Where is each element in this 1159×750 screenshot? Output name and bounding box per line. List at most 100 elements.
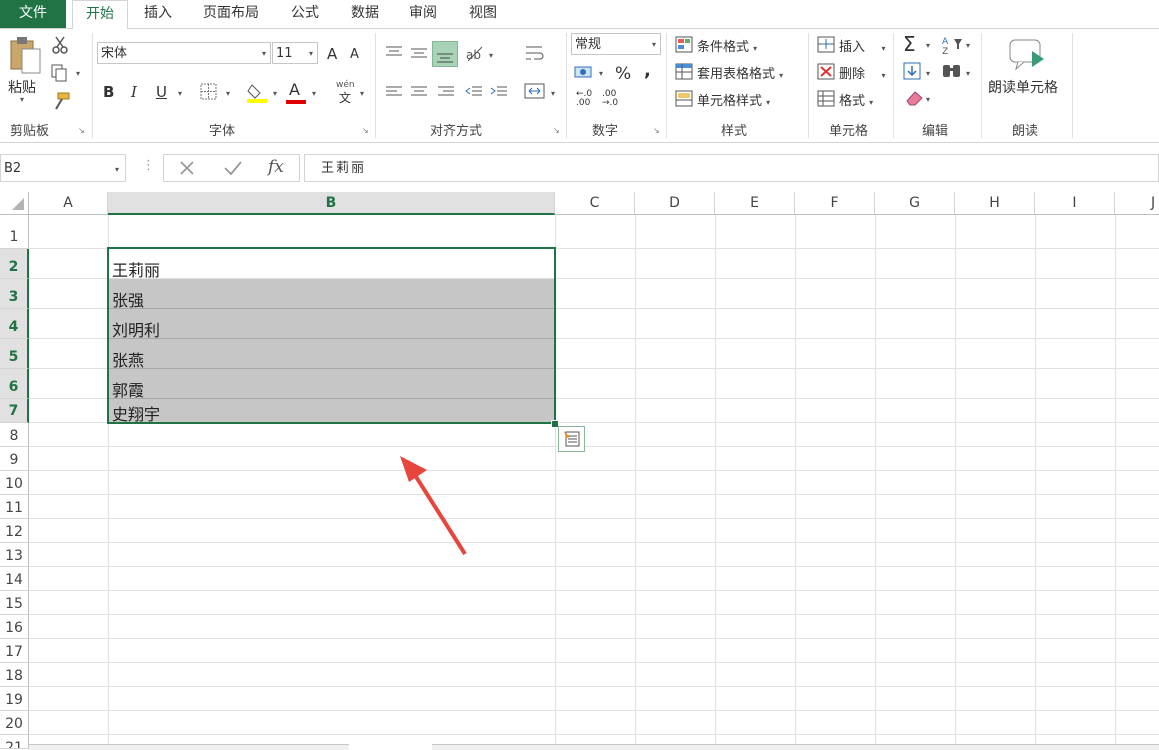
- select-all-corner[interactable]: [0, 192, 29, 215]
- row-header-1[interactable]: 1: [0, 215, 29, 249]
- tab-file[interactable]: 文件: [0, 0, 66, 28]
- column-header-b[interactable]: B: [108, 192, 555, 215]
- percent-button[interactable]: %: [615, 64, 631, 84]
- chevron-down-icon[interactable]: ▾: [599, 69, 603, 78]
- fill-color-icon[interactable]: [246, 81, 270, 103]
- chevron-down-icon[interactable]: ▾: [926, 95, 930, 104]
- font-size-select[interactable]: 11 ▾: [272, 42, 318, 64]
- paste-button[interactable]: 粘贴 ▾: [4, 35, 44, 104]
- column-header-a[interactable]: A: [29, 192, 108, 215]
- chevron-down-icon[interactable]: ▾: [178, 89, 182, 98]
- copy-icon[interactable]: [50, 63, 72, 83]
- chevron-down-icon[interactable]: ▾: [551, 89, 555, 98]
- tab-insert[interactable]: 插入: [134, 0, 182, 28]
- delete-cells-icon[interactable]: [817, 63, 837, 81]
- format-as-table-icon[interactable]: [675, 63, 695, 81]
- bold-button[interactable]: B: [103, 83, 114, 101]
- chevron-down-icon[interactable]: ▾: [76, 69, 80, 78]
- column-header-h[interactable]: H: [955, 192, 1035, 215]
- decrease-decimal-button[interactable]: .00 →.0: [602, 90, 618, 108]
- row-header-18[interactable]: 18: [0, 663, 29, 687]
- row-header-15[interactable]: 15: [0, 591, 29, 615]
- format-painter-icon[interactable]: [50, 91, 72, 111]
- row-header-20[interactable]: 20: [0, 711, 29, 735]
- enter-check-icon[interactable]: [222, 158, 244, 178]
- cell-styles-icon[interactable]: [675, 90, 695, 108]
- column-header-e[interactable]: E: [715, 192, 795, 215]
- tab-review[interactable]: 审阅: [400, 0, 446, 28]
- chevron-down-icon[interactable]: ▾: [966, 69, 970, 78]
- align-bottom-button[interactable]: [432, 41, 458, 67]
- sort-filter-icon[interactable]: AZ: [941, 35, 965, 55]
- row-header-14[interactable]: 14: [0, 567, 29, 591]
- autosum-button[interactable]: Σ: [903, 32, 916, 56]
- chevron-down-icon[interactable]: ▾: [966, 41, 970, 50]
- chevron-down-icon[interactable]: ▾: [273, 89, 277, 98]
- row-header-17[interactable]: 17: [0, 639, 29, 663]
- row-header-9[interactable]: 9: [0, 447, 29, 471]
- number-format-select[interactable]: 常规 ▾: [571, 33, 661, 55]
- tab-data[interactable]: 数据: [340, 0, 390, 28]
- row-header-12[interactable]: 12: [0, 519, 29, 543]
- dialog-launcher-icon[interactable]: ↘: [553, 126, 560, 135]
- font-name-select[interactable]: 宋体 ▾: [97, 42, 271, 64]
- conditional-format-icon[interactable]: [675, 36, 695, 54]
- decrease-indent-icon[interactable]: [464, 84, 484, 100]
- column-header-j[interactable]: J: [1115, 192, 1159, 215]
- column-header-f[interactable]: F: [795, 192, 875, 215]
- format-as-table-button[interactable]: 套用表格格式 ▾: [697, 63, 783, 82]
- cancel-icon[interactable]: [177, 158, 197, 178]
- align-top-icon[interactable]: [384, 44, 404, 62]
- tab-formulas[interactable]: 公式: [280, 0, 330, 28]
- dialog-launcher-icon[interactable]: ↘: [653, 126, 660, 135]
- align-left-icon[interactable]: [384, 84, 404, 100]
- chevron-down-icon[interactable]: ▾: [926, 69, 930, 78]
- row-header-2[interactable]: 2: [0, 249, 29, 279]
- insert-cells-icon[interactable]: [817, 36, 837, 54]
- increase-indent-icon[interactable]: [489, 84, 509, 100]
- row-header-13[interactable]: 13: [0, 543, 29, 567]
- chevron-down-icon[interactable]: ▾: [926, 41, 930, 50]
- row-header-5[interactable]: 5: [0, 339, 29, 369]
- column-header-i[interactable]: I: [1035, 192, 1115, 215]
- phonetic-button[interactable]: 文: [339, 89, 351, 106]
- more-options-icon[interactable]: ⋮: [142, 158, 155, 173]
- orientation-icon[interactable]: ab: [464, 43, 486, 63]
- chevron-down-icon[interactable]: ▾: [360, 89, 364, 98]
- column-header-c[interactable]: C: [555, 192, 635, 215]
- merge-center-icon[interactable]: [524, 82, 546, 100]
- chevron-down-icon[interactable]: ▾: [489, 51, 493, 60]
- find-select-icon[interactable]: [941, 62, 963, 82]
- grow-font-button[interactable]: A: [327, 45, 337, 63]
- row-header-21[interactable]: 21: [0, 735, 29, 749]
- format-cells-button[interactable]: 格式 ▾: [839, 90, 873, 109]
- quick-analysis-button[interactable]: [558, 426, 585, 452]
- align-center-icon[interactable]: [409, 84, 429, 100]
- row-header-16[interactable]: 16: [0, 615, 29, 639]
- italic-button[interactable]: I: [131, 83, 137, 101]
- conditional-format-button[interactable]: 条件格式 ▾: [697, 36, 757, 55]
- cell-styles-button[interactable]: 单元格样式 ▾: [697, 90, 770, 109]
- increase-decimal-button[interactable]: ←.0 .00: [576, 90, 592, 108]
- format-cells-icon[interactable]: [817, 90, 837, 108]
- row-header-7[interactable]: 7: [0, 399, 29, 423]
- formula-input[interactable]: 王莉丽: [304, 154, 1159, 182]
- insert-cells-button[interactable]: 插入 ▾: [839, 36, 886, 55]
- fill-down-icon[interactable]: [903, 62, 923, 82]
- tab-page-layout[interactable]: 页面布局: [192, 0, 270, 28]
- align-middle-icon[interactable]: [409, 44, 429, 62]
- row-header-11[interactable]: 11: [0, 495, 29, 519]
- name-box[interactable]: B2 ▾: [0, 154, 126, 182]
- comma-button[interactable]: ,: [644, 60, 651, 81]
- row-header-3[interactable]: 3: [0, 279, 29, 309]
- underline-button[interactable]: U: [156, 83, 167, 101]
- align-right-icon[interactable]: [436, 84, 456, 100]
- dialog-launcher-icon[interactable]: ↘: [78, 126, 85, 135]
- read-cell-button[interactable]: 朗读单元格: [986, 35, 1070, 101]
- column-header-g[interactable]: G: [875, 192, 955, 215]
- dialog-launcher-icon[interactable]: ↘: [362, 126, 369, 135]
- row-header-8[interactable]: 8: [0, 423, 29, 447]
- wrap-text-icon[interactable]: [524, 43, 546, 65]
- row-header-19[interactable]: 19: [0, 687, 29, 711]
- delete-cells-button[interactable]: 删除 ▾: [839, 63, 886, 82]
